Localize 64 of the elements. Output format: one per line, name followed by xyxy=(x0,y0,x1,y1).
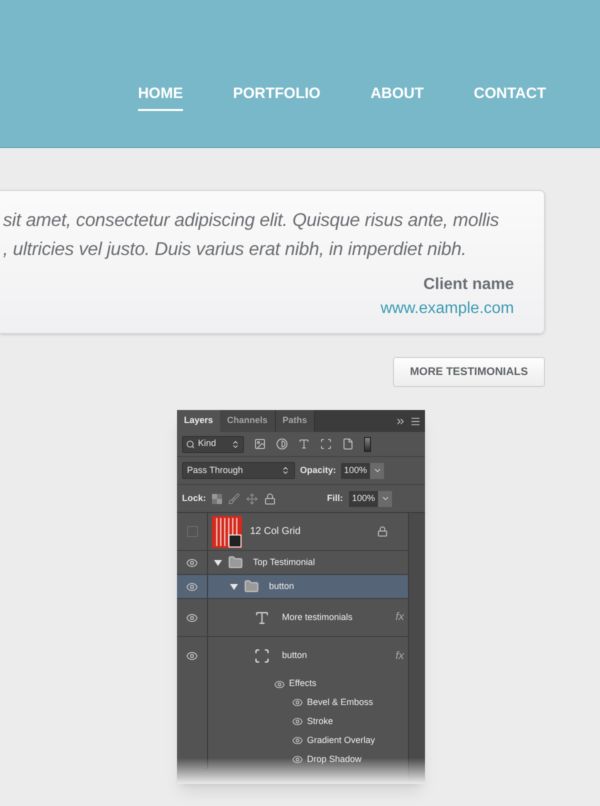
layer-name: 12 Col Grid xyxy=(250,525,302,539)
folder-icon xyxy=(228,555,243,570)
effect-name[interactable]: Drop Shadow xyxy=(307,752,362,766)
fill-field[interactable]: 100% xyxy=(348,490,392,506)
up-down-arrows-icon xyxy=(281,466,290,475)
eye-icon[interactable] xyxy=(186,556,198,568)
client-name: Client name xyxy=(423,275,514,295)
shape-layer-icon xyxy=(254,648,270,664)
fx-label: fx xyxy=(395,648,406,664)
panel-tab[interactable]: Channels xyxy=(220,410,276,432)
type-filter-icon[interactable] xyxy=(298,438,310,450)
effect-name[interactable]: Stroke xyxy=(307,714,334,728)
smart-object-filter-icon[interactable] xyxy=(342,438,354,450)
scrollbar[interactable] xyxy=(409,513,425,784)
fx-label: fx xyxy=(395,610,406,626)
layer-row[interactable]: 12 Col Grid xyxy=(177,513,408,551)
lock-label: Lock: xyxy=(182,492,206,505)
layer-thumbnail xyxy=(212,516,242,548)
layer-name: button xyxy=(269,580,294,593)
effect-name[interactable]: Bevel & Emboss xyxy=(307,696,374,710)
eye-icon[interactable] xyxy=(292,697,303,708)
panel-tab[interactable]: Layers xyxy=(177,410,220,432)
eye-icon[interactable] xyxy=(186,580,198,592)
chevron-down-icon[interactable] xyxy=(372,466,382,475)
chevron-down-icon[interactable] xyxy=(380,494,390,503)
layer-row[interactable]: button xyxy=(177,575,408,599)
eye-icon[interactable] xyxy=(186,650,198,662)
panel-tab[interactable]: Paths xyxy=(276,410,316,432)
eye-icon[interactable] xyxy=(186,612,198,624)
up-down-arrows-icon xyxy=(231,440,240,448)
quote-text: sit amet, consectetur adipiscing elit. Quisque risus ante, mollis xyxy=(3,208,500,232)
search-icon xyxy=(186,440,195,448)
adjustment-filter-icon[interactable] xyxy=(276,438,288,450)
more-testimonials-button[interactable]: MORE TESTIMONIALS xyxy=(393,357,545,387)
image-filter-icon[interactable] xyxy=(254,438,266,450)
shape-filter-icon[interactable] xyxy=(320,438,332,450)
kind-dropdown[interactable]: Kind xyxy=(182,436,244,452)
move-icon[interactable] xyxy=(246,492,258,504)
menu-icon[interactable] xyxy=(410,416,421,426)
quote-text: , ultricies vel justo. Duis varius erat nibh, in imperdiet nibh. xyxy=(3,237,468,261)
opacity-field[interactable]: 100% xyxy=(341,462,384,478)
filter-toggle[interactable] xyxy=(364,436,371,452)
layer-name: button xyxy=(282,649,308,662)
folder-icon xyxy=(244,579,259,594)
blend-mode-dropdown[interactable]: Pass Through xyxy=(182,462,295,479)
effects-label: Effects xyxy=(289,677,316,690)
eye-icon[interactable] xyxy=(292,716,303,727)
collapse-icon[interactable] xyxy=(395,416,406,426)
eye-icon[interactable] xyxy=(274,678,285,690)
eye-icon[interactable] xyxy=(292,754,303,765)
layer-name: More testimonials xyxy=(282,610,354,624)
expanded-triangle-icon[interactable] xyxy=(230,582,238,590)
layer-row[interactable]: Top Testimonial xyxy=(177,551,408,575)
layer-name: Top Testimonial xyxy=(253,556,315,569)
text-layer-icon xyxy=(254,610,270,626)
eye-icon[interactable] xyxy=(292,735,303,746)
brush-icon[interactable] xyxy=(228,492,240,504)
fill-label: Fill: xyxy=(326,492,343,505)
expanded-triangle-icon[interactable] xyxy=(214,558,222,566)
lock-transparency-icon[interactable] xyxy=(212,494,222,504)
effect-name[interactable]: Gradient Overlay xyxy=(307,734,376,748)
layer-row[interactable]: More testimonials fx xyxy=(177,599,408,637)
opacity-label: Opacity: xyxy=(300,464,336,477)
lock-icon[interactable] xyxy=(264,492,276,504)
